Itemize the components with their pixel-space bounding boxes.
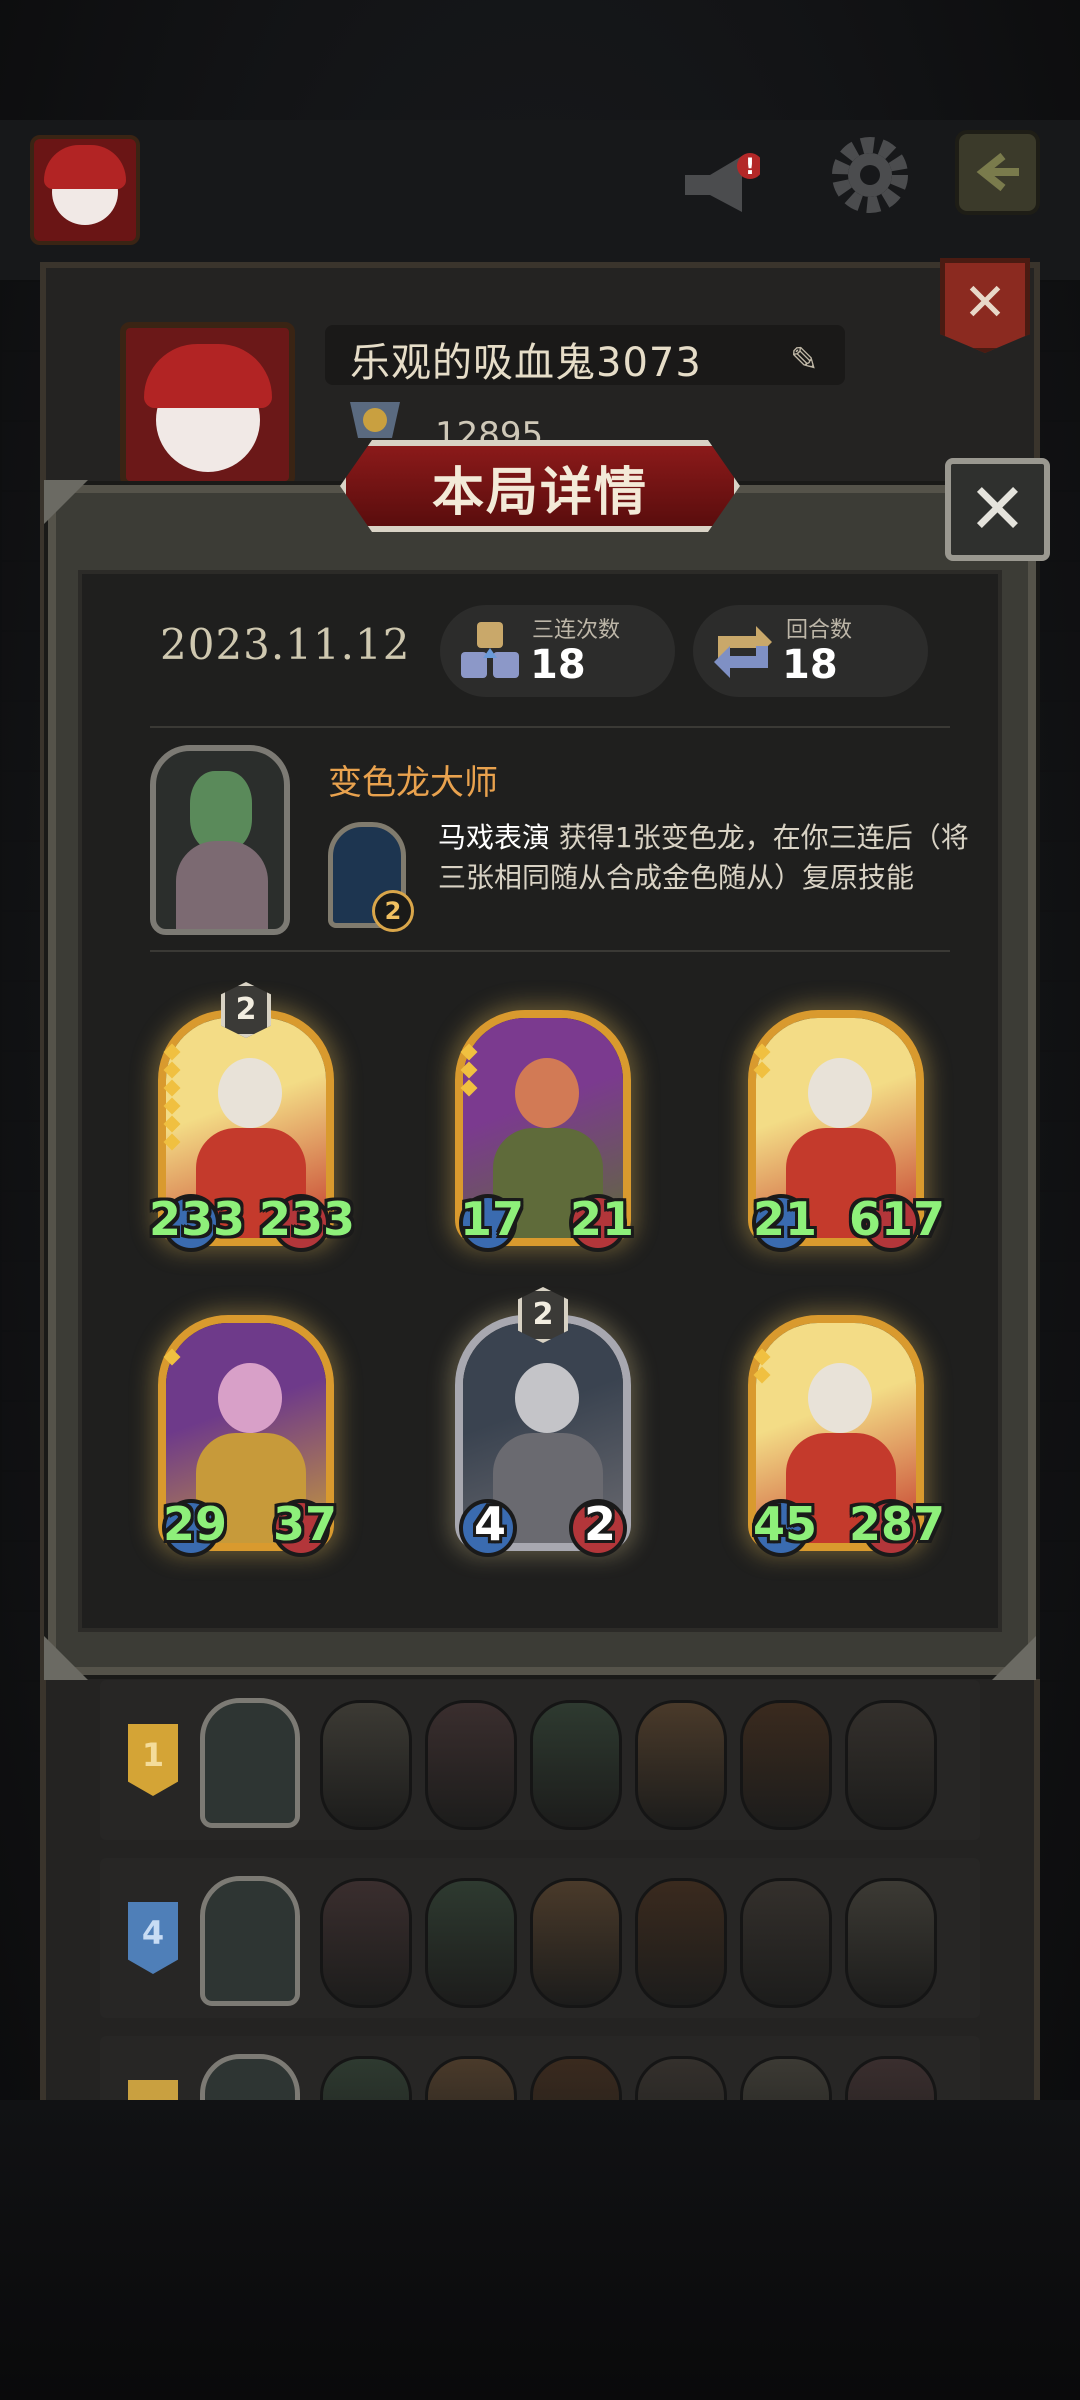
minion-figure bbox=[515, 1058, 579, 1128]
history-minion bbox=[740, 1700, 832, 1830]
skill-name: 马戏表演 bbox=[438, 821, 551, 854]
history-minion bbox=[845, 1700, 937, 1830]
history-minion bbox=[740, 2056, 832, 2100]
megaphone-icon[interactable]: ! bbox=[680, 150, 760, 220]
top-bar bbox=[0, 120, 1080, 280]
star-pip bbox=[460, 1043, 478, 1061]
hero-skill-description: 马戏表演 获得1张变色龙，在你三连后（将三张相同随从合成金色随从）复原技能 bbox=[438, 818, 983, 898]
history-minion bbox=[530, 1878, 622, 2008]
match-history-list[interactable]: 14 bbox=[100, 1680, 980, 2100]
rank-badge bbox=[128, 2080, 178, 2100]
star-pip bbox=[163, 1043, 181, 1061]
star-pips bbox=[753, 1345, 771, 1387]
hero-head bbox=[190, 771, 252, 851]
triple-cubes-icon bbox=[461, 622, 519, 678]
star-pip bbox=[753, 1366, 771, 1384]
star-pip bbox=[163, 1061, 181, 1079]
star-pip bbox=[460, 1061, 478, 1079]
minion-figure bbox=[515, 1363, 579, 1433]
exit-button[interactable] bbox=[955, 130, 1040, 215]
history-minion bbox=[425, 1700, 517, 1830]
star-pips bbox=[753, 1040, 771, 1082]
star-pip bbox=[753, 1043, 771, 1061]
star-pip bbox=[163, 1115, 181, 1133]
star-pip bbox=[163, 1133, 181, 1151]
player-avatar-button[interactable] bbox=[30, 135, 140, 245]
attack-value: 45 bbox=[753, 1497, 818, 1551]
history-minion bbox=[635, 1700, 727, 1830]
triples-label: 三连次数 bbox=[532, 618, 621, 643]
attack-value: 29 bbox=[163, 1497, 228, 1551]
health-value: 37 bbox=[273, 1497, 338, 1551]
history-minion bbox=[425, 2056, 517, 2100]
profile-close-button[interactable]: ✕ bbox=[940, 258, 1030, 353]
health-value: 2 bbox=[584, 1497, 617, 1551]
attack-value: 17 bbox=[460, 1192, 525, 1246]
star-pips bbox=[163, 1345, 181, 1369]
close-icon[interactable]: ✕ bbox=[945, 458, 1050, 561]
star-pip bbox=[753, 1061, 771, 1079]
star-pip bbox=[163, 1079, 181, 1097]
divider bbox=[150, 950, 950, 952]
history-row[interactable]: 1 bbox=[100, 1680, 980, 1840]
turns-label: 回合数 bbox=[786, 618, 853, 643]
edit-pencil-icon[interactable]: ✎ bbox=[790, 340, 819, 380]
minion-figure bbox=[218, 1058, 282, 1128]
history-hero-portrait bbox=[200, 2054, 300, 2100]
health-value: 617 bbox=[849, 1192, 946, 1246]
history-minion bbox=[845, 2056, 937, 2100]
close-icon: ✕ bbox=[963, 273, 1007, 333]
history-minion bbox=[740, 1878, 832, 2008]
star-pip bbox=[163, 1348, 181, 1366]
hero-body bbox=[176, 841, 268, 929]
attack-value: 4 bbox=[474, 1497, 507, 1551]
star-pips bbox=[460, 1040, 478, 1100]
hero-name: 变色龙大师 bbox=[328, 763, 498, 803]
star-pip bbox=[753, 1348, 771, 1366]
avatar-hood bbox=[144, 344, 272, 408]
triples-value: 18 bbox=[530, 642, 586, 688]
star-pip bbox=[163, 1097, 181, 1115]
history-hero-portrait bbox=[200, 1698, 300, 1828]
svg-text:!: ! bbox=[745, 155, 755, 180]
history-minion bbox=[635, 2056, 727, 2100]
history-minion bbox=[845, 1878, 937, 2008]
history-row[interactable]: 4 bbox=[100, 1858, 980, 2018]
match-date: 2023.11.12 bbox=[160, 620, 411, 669]
skill-level-badge: 2 bbox=[372, 890, 414, 932]
health-value: 21 bbox=[570, 1192, 635, 1246]
minion-figure bbox=[808, 1363, 872, 1433]
history-row[interactable] bbox=[100, 2036, 980, 2100]
player-name: 乐观的吸血鬼3073 bbox=[350, 340, 702, 386]
bottom-background bbox=[0, 2100, 1080, 2400]
divider bbox=[150, 726, 950, 728]
health-value: 233 bbox=[259, 1192, 356, 1246]
star-pips bbox=[163, 1040, 181, 1154]
avatar-hood bbox=[44, 145, 126, 189]
history-hero-portrait bbox=[200, 1876, 300, 2006]
gear-icon[interactable] bbox=[825, 130, 915, 220]
exit-arrow-icon bbox=[976, 152, 1019, 192]
history-minion bbox=[635, 1878, 727, 2008]
star-pip bbox=[460, 1079, 478, 1097]
history-minion bbox=[425, 1878, 517, 2008]
minion-figure bbox=[808, 1058, 872, 1128]
history-minion bbox=[320, 1878, 412, 2008]
minion-figure bbox=[218, 1363, 282, 1433]
turns-arrows-icon bbox=[714, 626, 772, 678]
history-minion bbox=[530, 1700, 622, 1830]
turns-value: 18 bbox=[782, 642, 838, 688]
history-minion bbox=[530, 2056, 622, 2100]
rank-badge: 1 bbox=[128, 1724, 178, 1796]
attack-value: 21 bbox=[753, 1192, 818, 1246]
rank-badge: 4 bbox=[128, 1902, 178, 1974]
history-minion bbox=[320, 1700, 412, 1830]
profile-avatar[interactable] bbox=[120, 322, 295, 487]
health-value: 287 bbox=[849, 1497, 946, 1551]
hero-portrait[interactable] bbox=[150, 745, 290, 935]
attack-value: 233 bbox=[149, 1192, 246, 1246]
modal-title: 本局详情 bbox=[431, 463, 648, 523]
history-minion bbox=[320, 2056, 412, 2100]
